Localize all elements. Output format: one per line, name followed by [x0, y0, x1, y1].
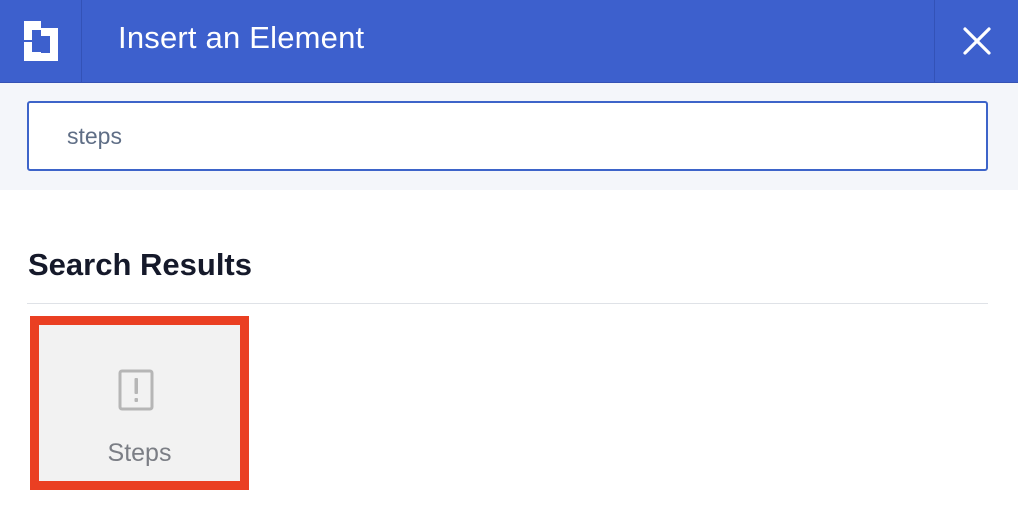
- search-results-heading: Search Results: [28, 247, 252, 282]
- divider: [27, 303, 988, 304]
- search-area: [0, 83, 1018, 190]
- search-input[interactable]: [27, 101, 988, 171]
- element-card-steps[interactable]: Steps: [30, 316, 249, 490]
- dialog-header: Insert an Element: [0, 0, 1018, 83]
- element-card-label: Steps: [107, 439, 172, 467]
- alert-square-icon: [118, 369, 154, 411]
- close-button[interactable]: [934, 0, 1018, 82]
- close-icon[interactable]: [962, 27, 991, 55]
- logo: [0, 0, 82, 82]
- dialog-title: Insert an Element: [118, 20, 365, 55]
- builder-logo-icon: [23, 21, 58, 61]
